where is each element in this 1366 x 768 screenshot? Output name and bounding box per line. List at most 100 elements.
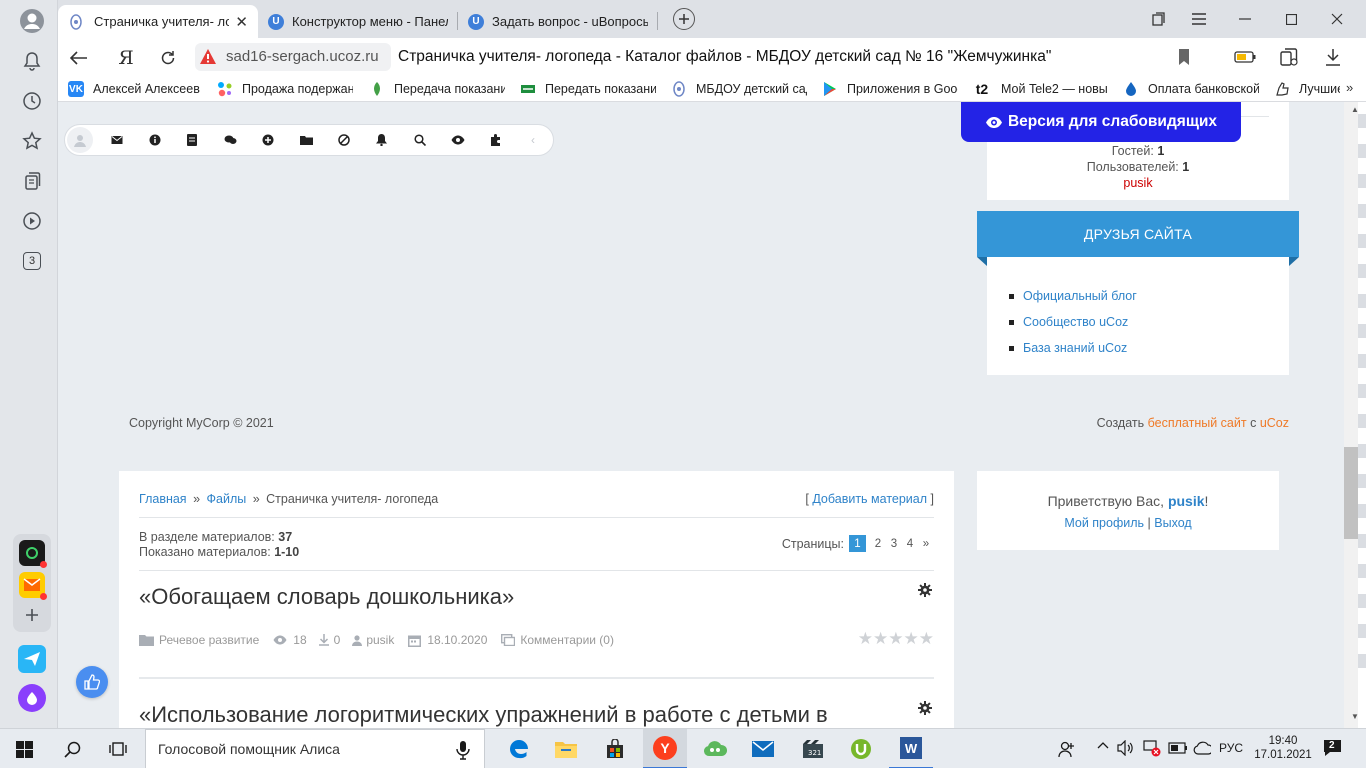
entry-comments-link[interactable]: Комментарии (0) [520, 633, 614, 647]
tab-teacher-page[interactable]: Страничка учителя- логопеда ✕ [58, 5, 258, 38]
yandex-browser-taskbar-button[interactable]: Y [643, 729, 687, 768]
volume-icon[interactable] [1117, 740, 1135, 756]
microphone-icon[interactable] [456, 740, 470, 760]
tabs-manager-icon[interactable] [1135, 0, 1181, 38]
more-bookmarks-icon[interactable]: » [1346, 80, 1353, 95]
rating-star-icon[interactable]: ★ [919, 630, 934, 647]
add-app-icon[interactable] [19, 602, 45, 628]
alice-assistant-icon[interactable] [18, 684, 46, 712]
search-icon[interactable] [56, 733, 88, 765]
close-tab-icon[interactable]: ✕ [235, 13, 248, 31]
like-thumb-icon[interactable] [76, 666, 108, 698]
folder-icon[interactable] [300, 135, 313, 145]
clock[interactable]: 19:40 17.01.2021 [1254, 734, 1312, 762]
profile-avatar-icon[interactable] [17, 6, 47, 36]
collections-icon[interactable] [17, 166, 47, 196]
cloud-app-icon[interactable] [699, 733, 731, 765]
greeting-user-name[interactable]: pusik [1168, 493, 1205, 509]
word-taskbar-button[interactable]: W [889, 729, 933, 768]
page-next-link[interactable]: » [918, 538, 934, 550]
store-bag-icon[interactable] [599, 733, 631, 765]
breadcrumb-files-link[interactable]: Файлы [207, 492, 247, 506]
add-plus-icon[interactable] [262, 134, 274, 146]
friend-link-community[interactable]: Сообщество uCoz [1023, 315, 1128, 329]
alice-search-box[interactable]: Голосовой помощник Алиса [145, 729, 485, 768]
bookmarks-star-icon[interactable] [17, 126, 47, 156]
alice-station-icon[interactable] [19, 540, 47, 568]
rating-star-icon[interactable]: ★ [873, 630, 888, 647]
action-center-icon[interactable]: 2 [1323, 738, 1345, 758]
eye-view-icon[interactable] [451, 135, 465, 145]
mail-app-icon[interactable] [747, 733, 779, 765]
collections-panel-icon[interactable] [1279, 47, 1299, 67]
new-tab-button[interactable] [673, 8, 695, 30]
block-icon[interactable] [338, 134, 350, 146]
chat-icon[interactable] [224, 134, 237, 146]
bookmark-item[interactable]: Лучшие [1274, 76, 1340, 102]
friend-link-blog[interactable]: Официальный блог [1023, 289, 1137, 303]
battery-icon[interactable] [1234, 50, 1256, 64]
entry-author-link[interactable]: pusik [366, 633, 394, 647]
keyboard-language[interactable]: РУС [1219, 741, 1243, 755]
network-error-icon[interactable] [1142, 739, 1162, 757]
downloads-icon[interactable] [1324, 47, 1342, 67]
entry-title[interactable]: «Использование логоритмических упражнени… [139, 702, 899, 728]
page-1-current[interactable]: 1 [849, 535, 866, 552]
menu-icon[interactable] [1176, 0, 1222, 38]
tray-chevron-icon[interactable] [1097, 741, 1109, 749]
history-clock-icon[interactable] [17, 86, 47, 116]
friend-link-knowledge-base[interactable]: База знаний uCoz [1023, 341, 1127, 355]
mail-envelope-icon[interactable] [111, 135, 123, 145]
bookmark-item[interactable]: Передача показаний [369, 76, 505, 102]
minimize-icon[interactable] [1222, 0, 1268, 38]
online-user-link[interactable]: pusik [987, 176, 1289, 190]
entry-settings-gear-icon[interactable] [918, 701, 932, 715]
scroll-thumb[interactable] [1344, 447, 1358, 539]
bookmark-item[interactable]: МБДОУ детский сад [671, 76, 807, 102]
video-editor-icon[interactable]: 321 [797, 733, 829, 765]
bookmark-item[interactable]: Приложения в Google [822, 76, 958, 102]
bookmark-item[interactable]: Оплата банковской [1123, 76, 1259, 102]
reload-icon[interactable] [157, 47, 179, 69]
task-view-icon[interactable] [102, 733, 134, 765]
entry-rating-stars[interactable]: ★ ★ ★ ★ ★ [858, 630, 934, 647]
search-magnifier-icon[interactable] [414, 134, 426, 146]
messenger-icon[interactable] [18, 645, 46, 673]
my-profile-link[interactable]: Мой профиль [1064, 516, 1144, 530]
mail-icon[interactable] [19, 572, 47, 600]
bookmark-flag-icon[interactable] [1177, 48, 1191, 66]
video-play-icon[interactable] [17, 206, 47, 236]
yandex-logo-icon[interactable]: Я [115, 47, 137, 69]
site-info-chip[interactable]: sad16-sergach.ucoz.ru [195, 43, 391, 71]
page-2-link[interactable]: 2 [870, 538, 886, 550]
back-arrow-icon[interactable] [68, 47, 90, 69]
windows-start-icon[interactable] [8, 733, 40, 765]
accessibility-version-button[interactable]: Версия для слабовидящих [961, 102, 1241, 142]
bookmark-item[interactable]: VK Алексей Алексеев [68, 76, 206, 102]
page-title[interactable]: Страничка учителя- логопеда - Каталог фа… [398, 48, 1158, 66]
tab-ask-question[interactable]: U Задать вопрос - uВопросы [458, 5, 658, 38]
bookmark-item[interactable]: Передать показания [520, 76, 656, 102]
user-avatar-icon[interactable] [67, 127, 93, 153]
people-icon[interactable] [1058, 740, 1076, 758]
collapse-chevron-icon[interactable]: ‹ [531, 133, 535, 147]
rating-star-icon[interactable]: ★ [858, 630, 873, 647]
free-site-link[interactable]: бесплатный сайт [1148, 416, 1247, 430]
onedrive-sync-icon[interactable] [1193, 740, 1211, 756]
page-3-link[interactable]: 3 [886, 538, 902, 550]
tab-menu-constructor[interactable]: U Конструктор меню - Панель управления [258, 5, 458, 38]
tabs-count-icon[interactable]: 3 [17, 246, 47, 276]
rating-star-icon[interactable]: ★ [888, 630, 903, 647]
breadcrumb-home-link[interactable]: Главная [139, 492, 187, 506]
file-explorer-icon[interactable] [550, 733, 582, 765]
close-window-icon[interactable] [1314, 0, 1360, 38]
maximize-icon[interactable] [1268, 0, 1314, 38]
notifications-bell-icon[interactable] [376, 134, 387, 146]
entry-category-link[interactable]: Речевое развитие [159, 633, 259, 647]
logout-link[interactable]: Выход [1154, 516, 1191, 530]
entry-title[interactable]: «Обогащаем словарь дошкольника» [139, 584, 514, 610]
page-4-link[interactable]: 4 [902, 538, 918, 550]
puzzle-plugin-icon[interactable] [490, 134, 502, 146]
info-icon[interactable] [149, 134, 161, 146]
rating-star-icon[interactable]: ★ [904, 630, 919, 647]
